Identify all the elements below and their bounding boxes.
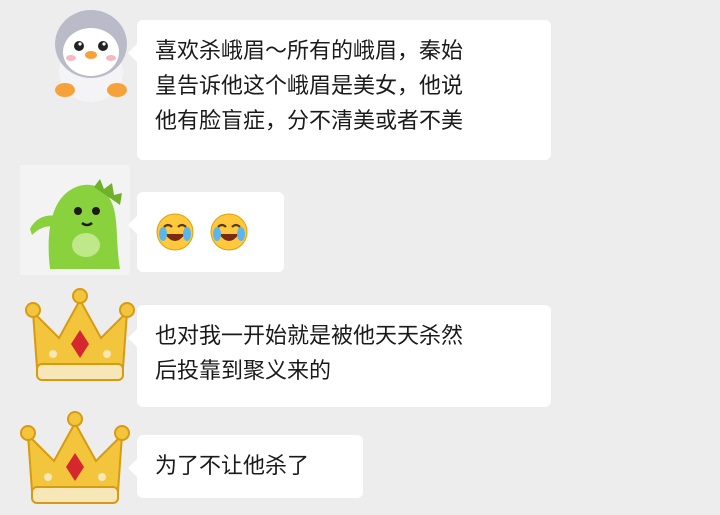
chat-message bbox=[0, 165, 720, 280]
chat-message: 为了不让他杀了 bbox=[0, 405, 720, 504]
green-dinosaur-avatar-icon[interactable] bbox=[20, 165, 130, 275]
message-bubble[interactable]: 为了不让他杀了 bbox=[128, 435, 363, 498]
golden-crown-avatar-icon[interactable] bbox=[25, 282, 135, 392]
message-text-line: 后投靠到聚义来的 bbox=[155, 359, 332, 384]
message-text-line: 喜欢杀峨眉～所有的峨眉，秦始 bbox=[155, 39, 464, 64]
laughing-crying-emoji-icon bbox=[210, 213, 248, 251]
chat-message: 也对我一开始就是被他天天杀然 后投靠到聚义来的 bbox=[0, 282, 720, 412]
chat-message: 喜欢杀峨眉～所有的峨眉，秦始 皇告诉他这个峨眉是美女，他说 他有脸盲症，分不清美… bbox=[0, 0, 720, 180]
laughing-crying-emoji-icon bbox=[156, 213, 194, 251]
message-text-line: 皇告诉他这个峨眉是美女，他说 bbox=[155, 74, 464, 99]
golden-crown-avatar-icon[interactable] bbox=[20, 405, 130, 515]
message-text-line: 他有脸盲症，分不清美或者不美 bbox=[155, 109, 464, 134]
message-bubble[interactable]: 喜欢杀峨眉～所有的峨眉，秦始 皇告诉他这个峨眉是美女，他说 他有脸盲症，分不清美… bbox=[128, 20, 551, 160]
message-text-line: 为了不让他杀了 bbox=[155, 454, 310, 479]
message-text-line: 也对我一开始就是被他天天杀然 bbox=[155, 324, 464, 349]
message-bubble[interactable]: 也对我一开始就是被他天天杀然 后投靠到聚义来的 bbox=[128, 305, 551, 407]
chat-message-list: 喜欢杀峨眉～所有的峨眉，秦始 皇告诉他这个峨眉是美女，他说 他有脸盲症，分不清美… bbox=[0, 0, 720, 504]
message-bubble[interactable] bbox=[128, 192, 284, 272]
